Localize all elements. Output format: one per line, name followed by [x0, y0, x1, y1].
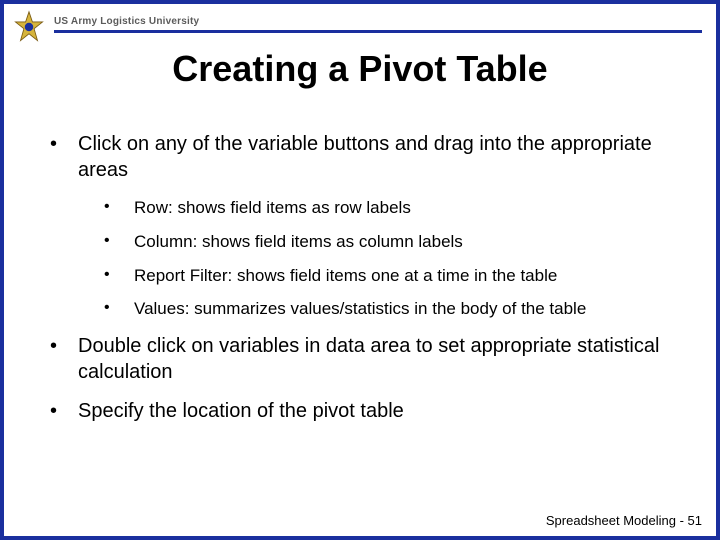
sub-bullet-list: Row: shows field items as row labels Col… [78, 197, 676, 320]
bullet-text: Click on any of the variable buttons and… [78, 133, 652, 181]
bullet-list: Click on any of the variable buttons and… [50, 132, 676, 425]
bullet-text: Double click on variables in data area t… [78, 335, 659, 383]
slide: US Army Logistics University Creating a … [0, 0, 720, 540]
bullet-item: Specify the location of the pivot table [50, 399, 676, 425]
header-rule [54, 30, 702, 33]
sub-bullet-item: Values: summarizes values/statistics in … [104, 298, 676, 320]
slide-title: Creating a Pivot Table [4, 48, 716, 90]
bullet-item: Double click on variables in data area t… [50, 334, 676, 385]
sub-bullet-item: Column: shows field items as column labe… [104, 231, 676, 253]
org-label: US Army Logistics University [54, 16, 199, 27]
bullet-item: Click on any of the variable buttons and… [50, 132, 676, 320]
bullet-text: Specify the location of the pivot table [78, 400, 404, 422]
sub-bullet-item: Row: shows field items as row labels [104, 197, 676, 219]
slide-footer: Spreadsheet Modeling - 51 [546, 513, 702, 528]
crest-icon [12, 10, 46, 44]
slide-content: Click on any of the variable buttons and… [50, 132, 676, 439]
sub-bullet-item: Report Filter: shows field items one at … [104, 265, 676, 287]
